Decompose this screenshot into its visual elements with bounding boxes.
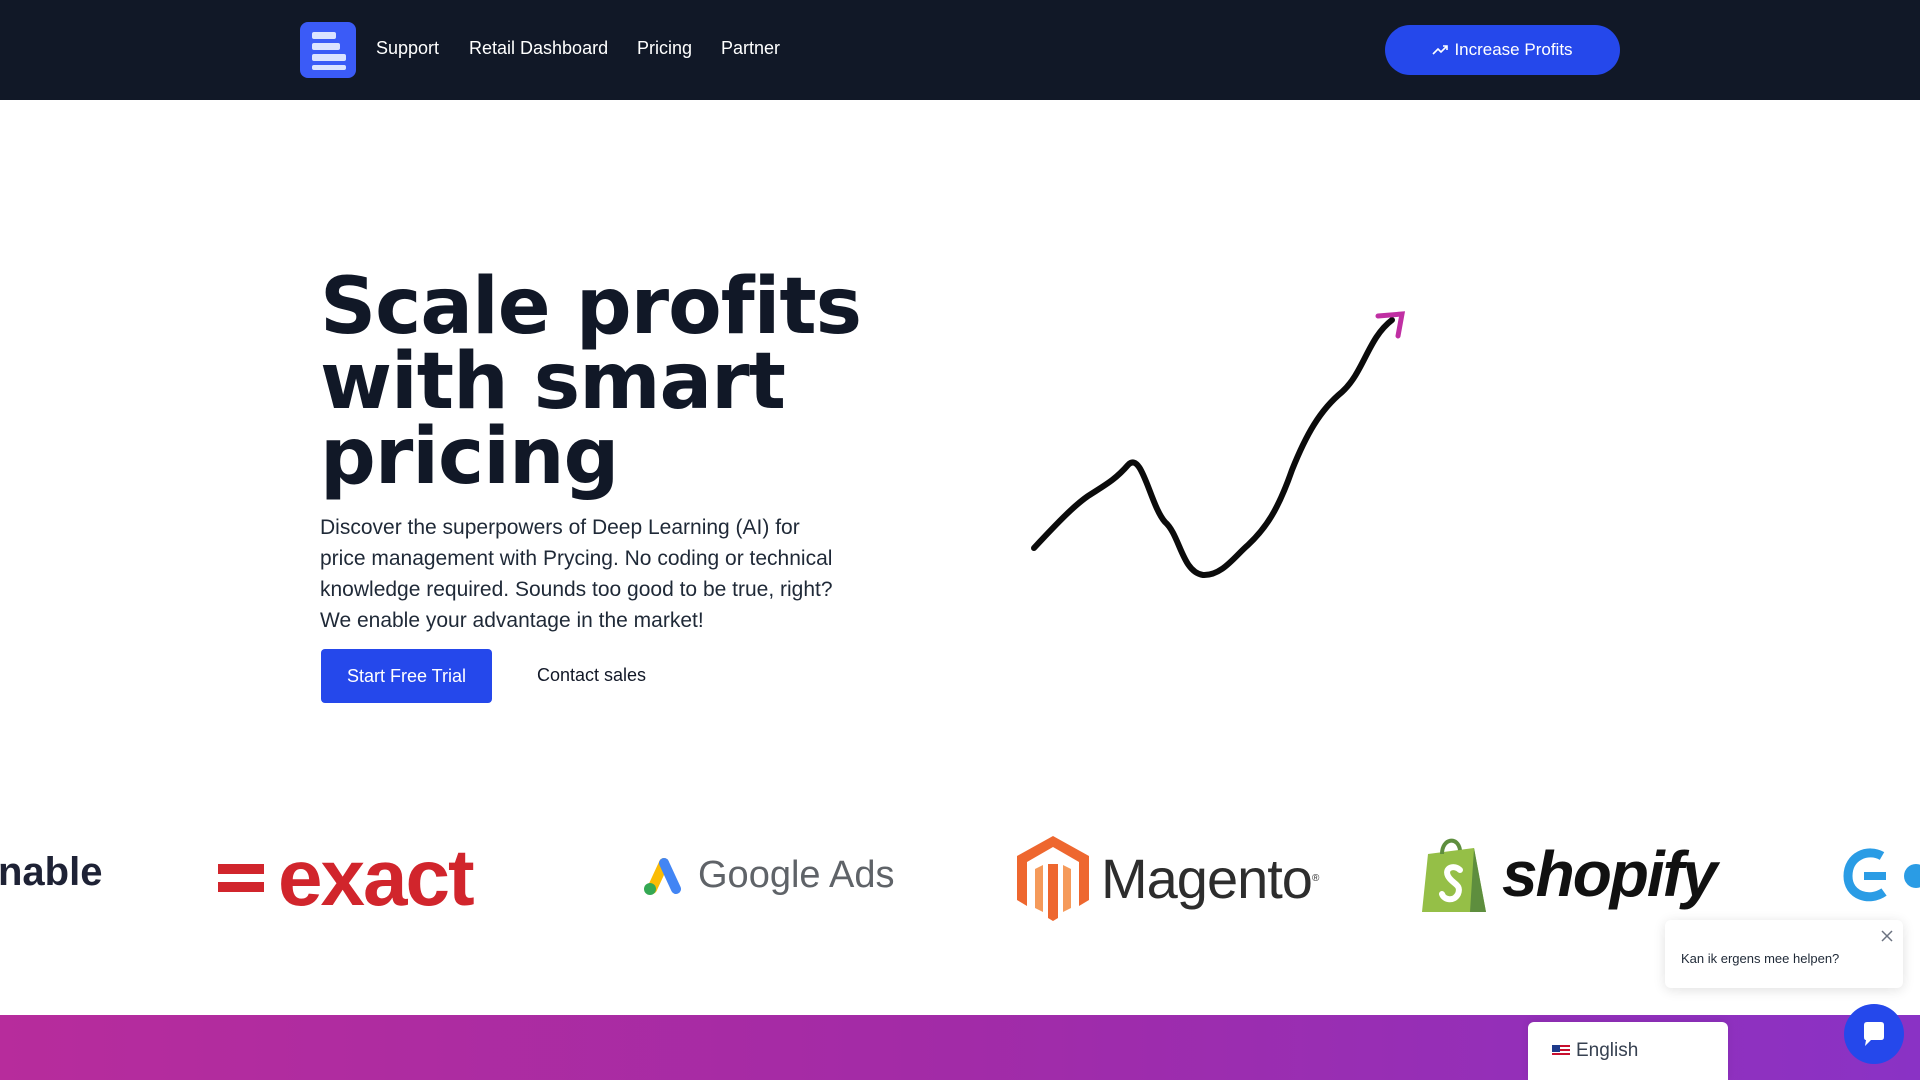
hero-title: Scale profits with smart pricing bbox=[320, 262, 862, 502]
google-ads-wordmark: Google Ads bbox=[698, 854, 895, 896]
top-navbar: Support Retail Dashboard Pricing Partner… bbox=[0, 0, 1920, 100]
nav-link-support[interactable]: Support bbox=[376, 38, 439, 59]
trending-up-icon bbox=[1432, 45, 1449, 55]
shopify-bag-icon bbox=[1422, 838, 1486, 912]
us-flag-icon bbox=[1552, 1045, 1570, 1057]
magento-icon bbox=[1017, 836, 1089, 921]
nav-link-retail-dashboard[interactable]: Retail Dashboard bbox=[469, 38, 608, 59]
google-ads-icon bbox=[644, 857, 681, 895]
start-free-trial-button[interactable]: Start Free Trial bbox=[321, 649, 492, 703]
close-icon[interactable] bbox=[1879, 928, 1895, 944]
language-label: English bbox=[1576, 1040, 1639, 1061]
magento-wordmark: Magento bbox=[1101, 846, 1313, 910]
nav-link-partner[interactable]: Partner bbox=[721, 38, 780, 59]
logo-bar bbox=[312, 32, 336, 39]
logo-bar bbox=[312, 54, 346, 61]
hero-description: Discover the superpowers of Deep Learnin… bbox=[320, 516, 833, 632]
chat-icon bbox=[1864, 1022, 1884, 1046]
nable-logo: nable bbox=[0, 850, 103, 894]
magento-logo: Magento ® bbox=[1015, 834, 1319, 922]
logo-bar bbox=[312, 65, 346, 70]
partner-logos: nable exact Google Ads Magento ® shopify bbox=[0, 820, 1920, 940]
increase-profits-button[interactable]: Increase Profits bbox=[1385, 25, 1620, 75]
exact-wordmark: exact bbox=[278, 833, 475, 922]
partial-logo-icon bbox=[1843, 848, 1920, 902]
chat-greeting-bubble[interactable]: Kan ik ergens mee helpen? bbox=[1665, 920, 1903, 988]
contact-sales-link[interactable]: Contact sales bbox=[537, 665, 646, 686]
google-ads-logo: Google Ads bbox=[640, 854, 894, 897]
brand-logo[interactable] bbox=[300, 22, 356, 78]
shopify-logo: shopify bbox=[1418, 832, 1718, 916]
partial-logo bbox=[1838, 842, 1920, 912]
nav-link-pricing[interactable]: Pricing bbox=[637, 38, 692, 59]
increase-profits-label: Increase Profits bbox=[1454, 40, 1573, 59]
language-selector[interactable]: English bbox=[1528, 1022, 1728, 1080]
shopify-wordmark: shopify bbox=[1502, 838, 1718, 910]
logo-bar bbox=[312, 43, 340, 50]
equals-mark bbox=[218, 856, 264, 900]
chat-launcher-button[interactable] bbox=[1844, 1004, 1904, 1064]
exact-logo: exact bbox=[218, 833, 475, 922]
growth-chart-illustration bbox=[1031, 311, 1406, 677]
chat-message: Kan ik ergens mee helpen? bbox=[1681, 951, 1840, 966]
